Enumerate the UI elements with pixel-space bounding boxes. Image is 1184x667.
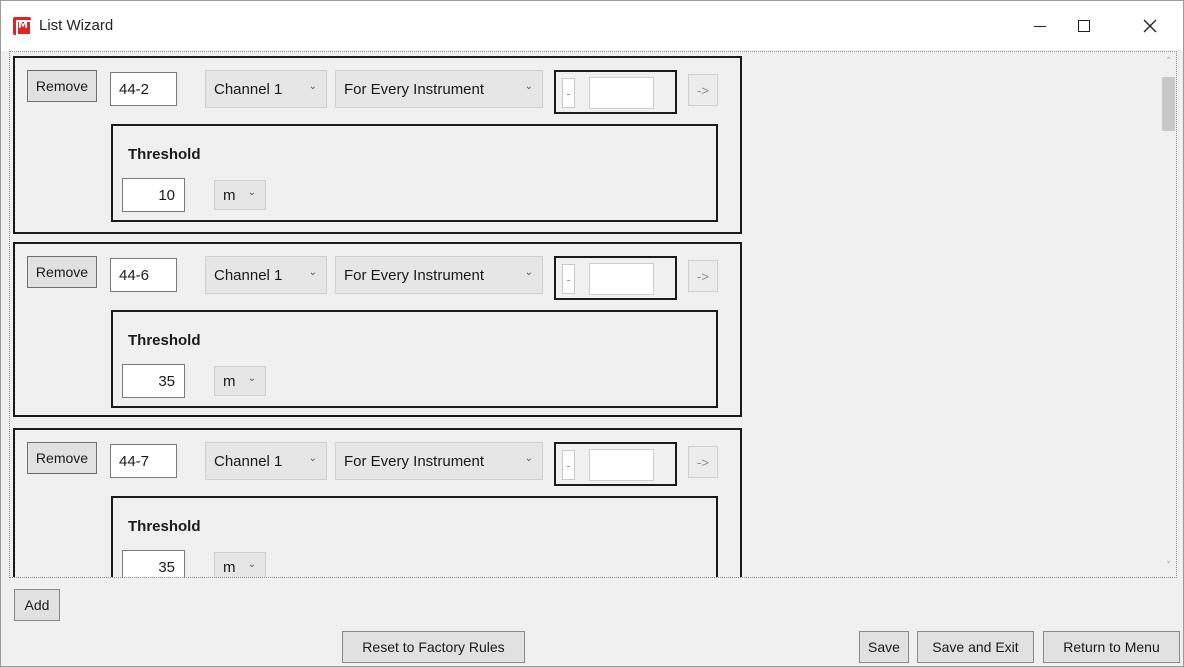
range-input[interactable] [589,449,654,481]
range-group: - [554,442,677,486]
threshold-group [111,124,718,222]
reset-factory-rules-button[interactable]: Reset to Factory Rules [342,631,525,663]
remove-rule-button[interactable]: Remove [27,442,97,474]
range-minus-button[interactable]: - [562,450,575,480]
scope-select[interactable]: For Every Instrument ⌄ [335,442,543,480]
chevron-down-icon: ⌄ [308,81,317,92]
unit-select[interactable]: m ⌄ [214,552,266,577]
title-bar[interactable]: List Wizard [1,1,1183,51]
rule-item: Remove 44-2 Channel 1 ⌄ For Every Instru… [13,56,742,234]
scope-select-value: For Every Instrument [344,80,485,98]
range-group: - [554,256,677,300]
range-input[interactable] [589,77,654,109]
chevron-down-icon: ⌄ [247,187,256,198]
minimize-button[interactable] [1017,1,1063,51]
instrument-id-field[interactable]: 44-7 [110,444,177,478]
rules-panel: Remove 44-2 Channel 1 ⌄ For Every Instru… [9,51,1177,578]
channel-select[interactable]: Channel 1 ⌄ [205,442,327,480]
chevron-down-icon: ⌄ [524,267,533,278]
unit-select-value: m [223,372,236,390]
arrow-button[interactable]: -> [688,446,718,478]
remove-rule-button[interactable]: Remove [27,256,97,288]
minimize-icon [1034,25,1046,27]
scope-select[interactable]: For Every Instrument ⌄ [335,70,543,108]
chevron-down-icon: ⌄ [524,453,533,464]
threshold-label: Threshold [128,332,201,349]
threshold-label: Threshold [128,518,201,535]
maximize-icon [1078,20,1090,32]
threshold-group [111,310,718,408]
arrow-button[interactable]: -> [688,260,718,292]
scroll-up-icon[interactable]: ˄ [1164,58,1173,67]
rules-scroll-area[interactable]: Remove 44-2 Channel 1 ⌄ For Every Instru… [10,52,1160,577]
chevron-down-icon: ⌄ [308,267,317,278]
arrow-button[interactable]: -> [688,74,718,106]
threshold-value-field[interactable]: 35 [122,550,185,577]
window-title: List Wizard [39,17,114,34]
range-minus-button[interactable]: - [562,78,575,108]
unit-select[interactable]: m ⌄ [214,180,266,210]
app-logo-icon [13,17,32,36]
instrument-id-field[interactable]: 44-6 [110,258,177,292]
chevron-down-icon: ⌄ [247,373,256,384]
scope-select-value: For Every Instrument [344,266,485,284]
range-minus-button[interactable]: - [562,264,575,294]
unit-select-value: m [223,186,236,204]
range-input[interactable] [589,263,654,295]
scope-select-value: For Every Instrument [344,452,485,470]
close-button[interactable] [1127,1,1173,51]
add-rule-button[interactable]: Add [14,589,60,621]
channel-select-value: Channel 1 [214,80,283,98]
vertical-scrollbar[interactable]: ˄ ˅ [1160,52,1176,577]
channel-select-value: Channel 1 [214,266,283,284]
channel-select[interactable]: Channel 1 ⌄ [205,256,327,294]
scrollbar-thumb[interactable] [1162,77,1175,131]
chevron-down-icon: ⌄ [308,453,317,464]
threshold-label: Threshold [128,146,201,163]
channel-select[interactable]: Channel 1 ⌄ [205,70,327,108]
chevron-down-icon: ⌄ [524,81,533,92]
unit-select-value: m [223,558,236,576]
remove-rule-button[interactable]: Remove [27,70,97,102]
return-to-menu-button[interactable]: Return to Menu [1043,631,1180,663]
threshold-value-field[interactable]: 35 [122,364,185,398]
scope-select[interactable]: For Every Instrument ⌄ [335,256,543,294]
threshold-value-field[interactable]: 10 [122,178,185,212]
list-wizard-window: List Wizard Remove 44-2 Channel 1 ⌄ [0,0,1184,667]
threshold-group [111,496,718,577]
instrument-id-field[interactable]: 44-2 [110,72,177,106]
scroll-down-icon[interactable]: ˅ [1164,562,1173,571]
save-button[interactable]: Save [859,631,909,663]
chevron-down-icon: ⌄ [247,559,256,570]
range-group: - [554,70,677,114]
maximize-button[interactable] [1061,1,1107,51]
rule-item: Remove 44-6 Channel 1 ⌄ For Every Instru… [13,242,742,417]
close-icon [1143,19,1157,33]
rule-item: Remove 44-7 Channel 1 ⌄ For Every Instru… [13,428,742,577]
save-and-exit-button[interactable]: Save and Exit [917,631,1034,663]
channel-select-value: Channel 1 [214,452,283,470]
unit-select[interactable]: m ⌄ [214,366,266,396]
